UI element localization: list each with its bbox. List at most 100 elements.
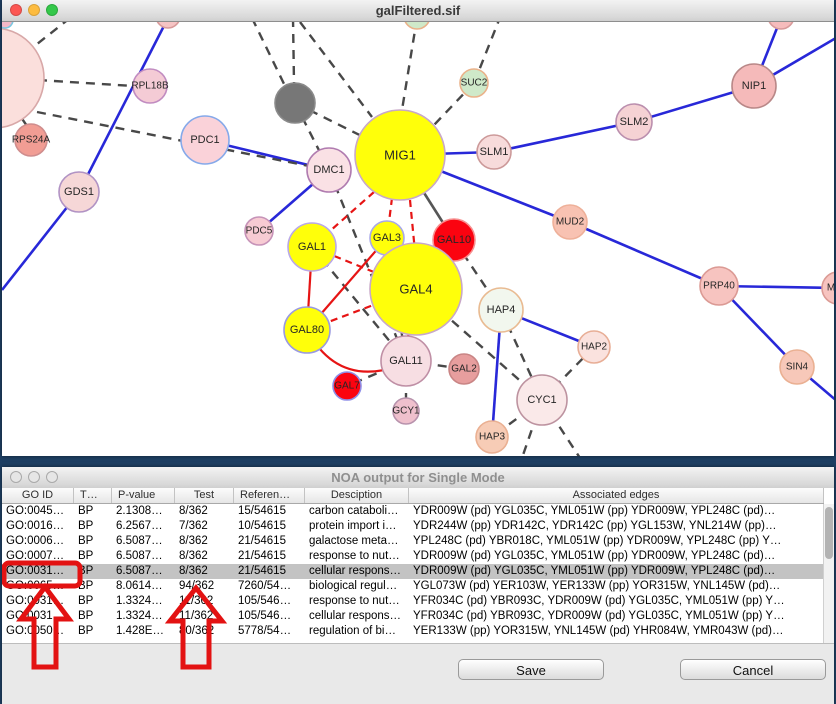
table-cell: 6.2567… [112, 519, 175, 534]
table-cell: BP [74, 579, 112, 594]
column-header-goid[interactable]: GO ID [2, 488, 74, 503]
table-cell: 8/362 [175, 504, 234, 519]
node-CYC1[interactable] [517, 375, 567, 425]
table-body: GO:0045…BP2.1308…8/36215/54615carbon cat… [2, 504, 824, 639]
column-header-test[interactable]: Test [175, 488, 234, 503]
node-SUC2[interactable] [460, 69, 488, 97]
table-cell: 8/362 [175, 564, 234, 579]
scrollbar-thumb[interactable] [825, 507, 833, 559]
table-row[interactable]: GO:0006…BP6.5087…8/36221/54615galactose … [2, 534, 824, 549]
node-GAL7[interactable] [333, 372, 361, 400]
table-cell: GO:0016… [2, 519, 74, 534]
node-pink-topright[interactable] [768, 22, 794, 29]
node-green-top[interactable] [404, 22, 430, 29]
table-cell: 1.3324… [112, 609, 175, 624]
node-HAP2[interactable] [578, 331, 610, 363]
table-cell: 8/362 [175, 549, 234, 564]
table-cell: 8.0614… [112, 579, 175, 594]
column-header-associatededges[interactable]: Associated edges [409, 488, 824, 503]
column-header-desciption[interactable]: Desciption [305, 488, 409, 503]
node-MIG1[interactable] [355, 110, 445, 200]
node-GAL1[interactable] [288, 223, 336, 271]
table-cell: biological regul… [305, 579, 409, 594]
table-row[interactable]: GO:0050…BP1.428E…80/3625778/54…regulatio… [2, 624, 824, 639]
table-cell: 21/54615 [234, 534, 305, 549]
table-cell: BP [74, 609, 112, 624]
node-SLM1[interactable] [477, 135, 511, 169]
node-GAL80[interactable] [284, 307, 330, 353]
table-cell: 6.5087… [112, 549, 175, 564]
table-cell: YFR034C (pd) YBR093C, YDR009W (pd) YGL03… [409, 594, 824, 609]
table-row[interactable]: GO:0065…BP8.0614…94/3627260/54…biologica… [2, 579, 824, 594]
node-gray-node[interactable] [275, 83, 315, 123]
table-cell: carbon cataboli… [305, 504, 409, 519]
table-cell: 21/54615 [234, 549, 305, 564]
node-NIP1[interactable] [732, 64, 776, 108]
vertical-scrollbar[interactable] [823, 504, 834, 643]
table-row[interactable]: GO:0031…BP6.5087…8/36221/54615cellular r… [2, 564, 824, 579]
node-DMC1[interactable] [307, 148, 351, 192]
node-GCY1[interactable] [393, 398, 419, 424]
node-GAL11[interactable] [381, 336, 431, 386]
table-cell: 8/362 [175, 534, 234, 549]
node-PRP40[interactable] [700, 267, 738, 305]
table-cell: 15/54615 [234, 504, 305, 519]
network-titlebar[interactable]: galFiltered.sif [2, 0, 834, 22]
noa-titlebar[interactable]: NOA output for Single Mode [2, 467, 834, 489]
node-MSN[interactable] [822, 272, 834, 304]
column-header-t[interactable]: T… [74, 488, 112, 503]
network-edge[interactable] [402, 22, 417, 110]
network-edge[interactable] [252, 22, 286, 88]
table-cell: BP [74, 549, 112, 564]
network-edge[interactable] [38, 80, 133, 86]
table-cell: BP [74, 504, 112, 519]
node-HAP3[interactable] [476, 421, 508, 453]
node-MUD2[interactable] [553, 205, 587, 239]
table-cell: 1.3324… [112, 594, 175, 609]
table-cell: 105/546… [234, 609, 305, 624]
node-RPS24A[interactable] [15, 124, 47, 156]
node-SIN4[interactable] [780, 350, 814, 384]
network-canvas[interactable]: RPL18BRPS24AGDS1PDC1PDC5DMC1MIG1SUC2SLM1… [2, 22, 834, 456]
table-row[interactable]: GO:0045…BP2.1308…8/36215/54615carbon cat… [2, 504, 824, 519]
node-GDS1[interactable] [59, 172, 99, 212]
table-cell: YER133W (pp) YOR315W, YNL145W (pd) YHR08… [409, 624, 824, 639]
table-cell: YDR009W (pd) YGL035C, YML051W (pp) YDR00… [409, 564, 824, 579]
node-SLM2[interactable] [616, 104, 652, 140]
network-edge[interactable] [293, 22, 294, 83]
table-cell: 11/362 [175, 594, 234, 609]
table-cell: cellular respons… [305, 564, 409, 579]
results-table: GO IDT…P-valueTestReferen…DesciptionAsso… [2, 488, 834, 644]
cancel-button[interactable]: Cancel [680, 659, 826, 680]
table-header[interactable]: GO IDT…P-valueTestReferen…DesciptionAsso… [2, 488, 824, 504]
table-cell: 7/362 [175, 519, 234, 534]
network-edge[interactable] [79, 22, 168, 192]
network-edge[interactable] [494, 122, 634, 152]
table-cell: 7260/54… [234, 579, 305, 594]
save-button[interactable]: Save [458, 659, 604, 680]
node-HAP4[interactable] [479, 288, 523, 332]
node-GAL4[interactable] [370, 243, 462, 335]
table-cell: YDR009W (pd) YGL035C, YML051W (pp) YDR00… [409, 549, 824, 564]
node-PDC5[interactable] [245, 217, 273, 245]
table-row[interactable]: GO:0031…BP1.3324…11/362105/546…response … [2, 594, 824, 609]
noa-window: NOA output for Single Mode GO IDT…P-valu… [2, 467, 834, 704]
column-header-pvalue[interactable]: P-value [112, 488, 175, 503]
node-corner[interactable] [2, 22, 13, 28]
table-cell: 6.5087… [112, 534, 175, 549]
table-cell: 5778/54… [234, 624, 305, 639]
table-cell: GO:0045… [2, 504, 74, 519]
node-PDC1[interactable] [181, 116, 229, 164]
table-cell: response to nut… [305, 549, 409, 564]
node-pink-top[interactable] [156, 22, 180, 28]
table-cell: BP [74, 564, 112, 579]
table-cell: BP [74, 594, 112, 609]
table-row[interactable]: GO:0031…BP1.3324…11/362105/546…cellular … [2, 609, 824, 624]
column-header-referen[interactable]: Referen… [234, 488, 305, 503]
table-cell: YGL073W (pd) YER103W, YER133W (pp) YOR31… [409, 579, 824, 594]
table-row[interactable]: GO:0007…BP6.5087…8/36221/54615response t… [2, 549, 824, 564]
node-RPL18B[interactable] [133, 69, 167, 103]
table-row[interactable]: GO:0016…BP6.2567…7/36210/54615protein im… [2, 519, 824, 534]
node-GAL2[interactable] [449, 354, 479, 384]
network-edge[interactable] [570, 222, 719, 286]
